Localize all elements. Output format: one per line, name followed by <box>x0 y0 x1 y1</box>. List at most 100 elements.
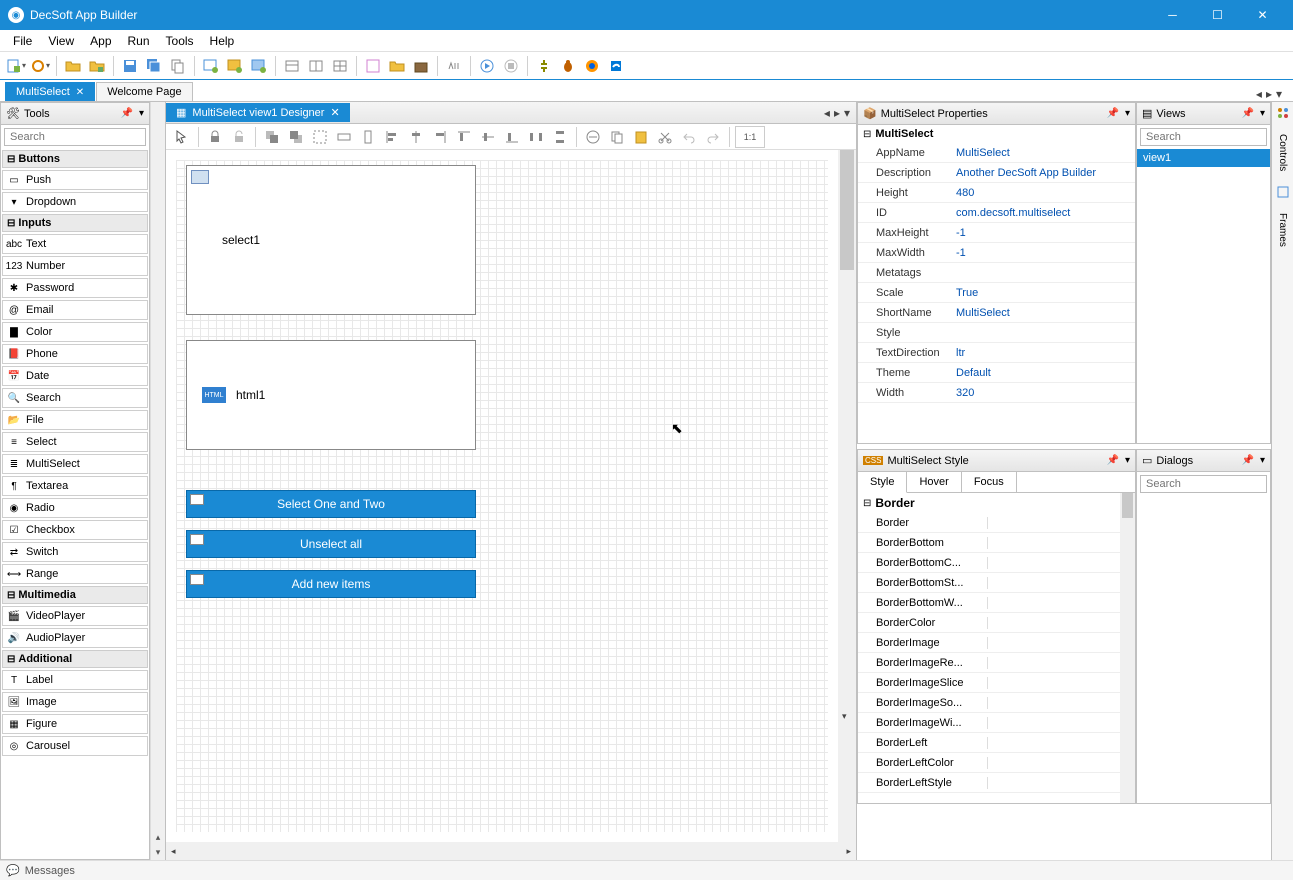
side-tab-frames[interactable]: Frames <box>1275 207 1290 253</box>
tool-item-dropdown[interactable]: ▾Dropdown <box>2 192 148 212</box>
tool-category[interactable]: Inputs <box>2 214 148 232</box>
tool-item-audioplayer[interactable]: 🔊AudioPlayer <box>2 628 148 648</box>
add-dialog-button[interactable] <box>224 55 246 77</box>
undo-icon[interactable] <box>678 126 700 148</box>
tools-search-input[interactable] <box>4 128 146 146</box>
widget-button-add[interactable]: Add new items <box>186 570 476 598</box>
close-icon[interactable]: ✕ <box>76 87 84 98</box>
stop-button[interactable] <box>500 55 522 77</box>
side-tab-controls[interactable]: Controls <box>1275 128 1290 177</box>
style-row[interactable]: BorderBottomW... <box>858 593 1120 613</box>
doc-tab-multiselect[interactable]: MultiSelect ✕ <box>5 82 95 101</box>
style-row[interactable]: BorderLeftColor <box>858 753 1120 773</box>
canvas-scrollbar-h[interactable]: ◂▸ <box>166 842 856 860</box>
dialogs-search-input[interactable] <box>1140 475 1267 493</box>
align-left-icon[interactable] <box>381 126 403 148</box>
tool-item-figure[interactable]: ▦Figure <box>2 714 148 734</box>
panel-menu-icon[interactable]: ▾ <box>139 108 144 119</box>
tool-item-select[interactable]: ≡Select <box>2 432 148 452</box>
close-button[interactable]: ✕ <box>1240 0 1285 30</box>
panel-menu-icon[interactable]: ▾ <box>1125 108 1130 119</box>
copy-icon[interactable] <box>606 126 628 148</box>
pin-icon[interactable]: 📌 <box>1242 455 1254 466</box>
property-row[interactable]: ShortNameMultiSelect <box>858 303 1135 323</box>
property-row[interactable]: Height480 <box>858 183 1135 203</box>
pin-icon[interactable]: 📌 <box>1107 108 1119 119</box>
design-canvas[interactable]: select1 HTML html1 Select One and Two Un… <box>176 160 828 832</box>
style-row[interactable]: BorderBottomC... <box>858 553 1120 573</box>
style-row[interactable]: BorderLeft <box>858 733 1120 753</box>
style-tab-focus[interactable]: Focus <box>962 472 1017 492</box>
close-icon[interactable]: ✕ <box>330 106 339 119</box>
property-value[interactable]: MultiSelect <box>953 307 1135 319</box>
align-right-icon[interactable] <box>429 126 451 148</box>
db3-button[interactable] <box>329 55 351 77</box>
archive-button[interactable] <box>410 55 432 77</box>
widget-button-unselect[interactable]: Unselect all <box>186 530 476 558</box>
copy-button[interactable] <box>167 55 189 77</box>
note-button[interactable] <box>362 55 384 77</box>
folder2-button[interactable] <box>86 55 108 77</box>
property-value[interactable]: -1 <box>953 227 1135 239</box>
property-row[interactable]: Metatags <box>858 263 1135 283</box>
tab-prev-icon[interactable]: ◂ <box>824 106 830 120</box>
views-search-input[interactable] <box>1140 128 1267 146</box>
tool-item-phone[interactable]: 📕Phone <box>2 344 148 364</box>
property-row[interactable]: ScaleTrue <box>858 283 1135 303</box>
tool-item-carousel[interactable]: ◎Carousel <box>2 736 148 756</box>
messages-label[interactable]: Messages <box>25 865 75 877</box>
align-bottom-icon[interactable] <box>501 126 523 148</box>
style-row[interactable]: BorderBottomSt... <box>858 573 1120 593</box>
view-item-view1[interactable]: view1 <box>1137 149 1270 167</box>
tool-item-password[interactable]: ✱Password <box>2 278 148 298</box>
style-row[interactable]: BorderLeftStyle <box>858 773 1120 793</box>
property-row[interactable]: Width320 <box>858 383 1135 403</box>
align-middle-icon[interactable] <box>477 126 499 148</box>
tab-next-icon[interactable]: ▸ <box>1266 87 1272 101</box>
tool-item-push[interactable]: ▭Push <box>2 170 148 190</box>
open-button[interactable] <box>29 55 51 77</box>
style-group-header[interactable]: Border <box>858 493 1120 513</box>
property-row[interactable]: AppNameMultiSelect <box>858 143 1135 163</box>
property-value[interactable]: 480 <box>953 187 1135 199</box>
tool-item-file[interactable]: 📂File <box>2 410 148 430</box>
property-value[interactable]: -1 <box>953 247 1135 259</box>
panel-menu-icon[interactable]: ▾ <box>1260 108 1265 119</box>
tool-item-radio[interactable]: ◉Radio <box>2 498 148 518</box>
tab-menu-icon[interactable]: ▾ <box>1276 87 1282 101</box>
cut-icon[interactable] <box>654 126 676 148</box>
menu-tools[interactable]: Tools <box>158 32 202 50</box>
align-front-icon[interactable] <box>261 126 283 148</box>
pointer-icon[interactable] <box>171 126 193 148</box>
menu-help[interactable]: Help <box>202 32 243 50</box>
property-row[interactable]: MaxWidth-1 <box>858 243 1135 263</box>
tool-item-image[interactable]: 🖼Image <box>2 692 148 712</box>
menu-view[interactable]: View <box>40 32 82 50</box>
add-view-button[interactable] <box>200 55 222 77</box>
tool-category[interactable]: Buttons <box>2 150 148 168</box>
property-row[interactable]: Style <box>858 323 1135 343</box>
tool-item-label[interactable]: TLabel <box>2 670 148 690</box>
doc-tab-welcome[interactable]: Welcome Page <box>96 82 192 101</box>
property-value[interactable]: Another DecSoft App Builder <box>953 167 1135 179</box>
widget-select1[interactable]: select1 <box>186 165 476 315</box>
style-row[interactable]: BorderImageWi... <box>858 713 1120 733</box>
property-value[interactable]: ltr <box>953 347 1135 359</box>
widget-html1[interactable]: HTML html1 <box>186 340 476 450</box>
fit-h-icon[interactable] <box>333 126 355 148</box>
tool-item-search[interactable]: 🔍Search <box>2 388 148 408</box>
maximize-button[interactable]: ☐ <box>1195 0 1240 30</box>
style-scrollbar[interactable] <box>1120 493 1135 803</box>
folder3-button[interactable] <box>386 55 408 77</box>
property-value[interactable]: MultiSelect <box>953 147 1135 159</box>
tab-menu-icon[interactable]: ▾ <box>844 106 850 120</box>
new-button[interactable] <box>5 55 27 77</box>
save-button[interactable] <box>119 55 141 77</box>
firefox-button[interactable] <box>581 55 603 77</box>
tool-item-videoplayer[interactable]: 🎬VideoPlayer <box>2 606 148 626</box>
style-tab-style[interactable]: Style <box>858 472 907 493</box>
tool-item-number[interactable]: 123Number <box>2 256 148 276</box>
tool-item-checkbox[interactable]: ☑Checkbox <box>2 520 148 540</box>
align-center-icon[interactable] <box>405 126 427 148</box>
style-row[interactable]: BorderColor <box>858 613 1120 633</box>
